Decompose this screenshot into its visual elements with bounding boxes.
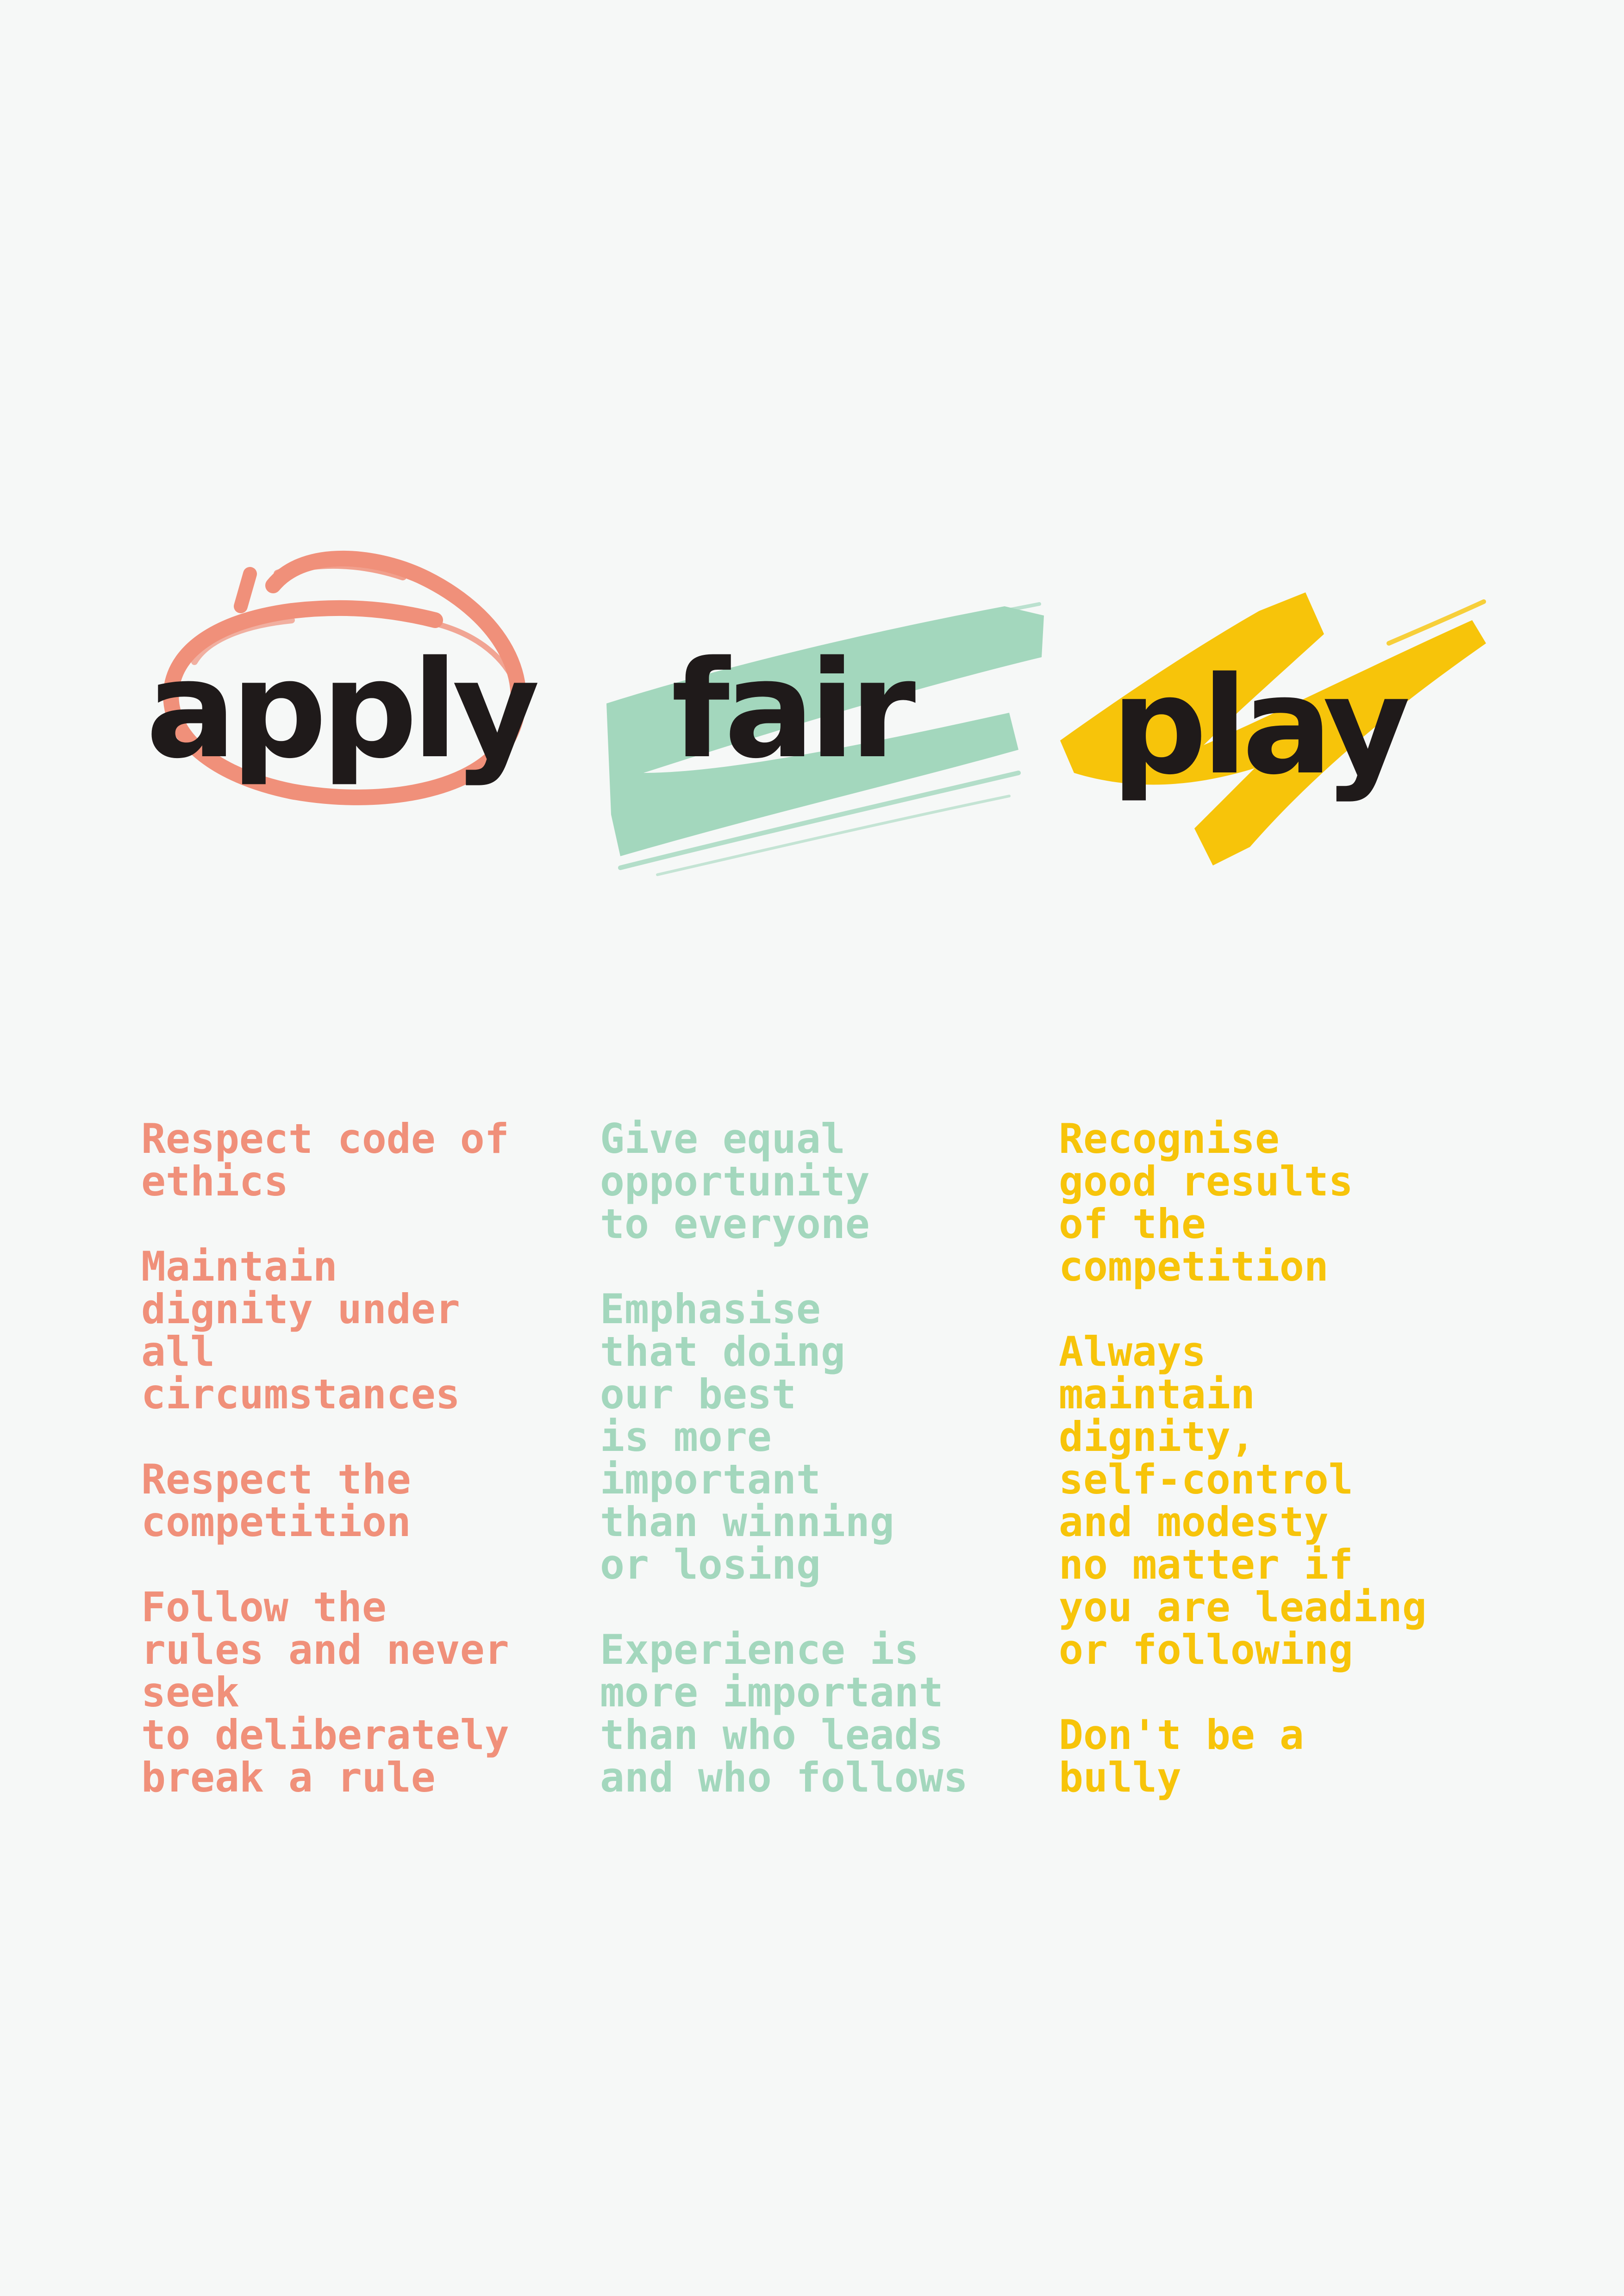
list-item: Always maintain dignity, self-control an… <box>1059 1328 1427 1674</box>
title-word-fair: fair <box>671 632 916 788</box>
column-play: Recognise good results of the competitio… <box>1059 1118 1512 1799</box>
column-fair: Give equal opportunity to everyone Empha… <box>600 1118 1054 1799</box>
list-item: Respect code of ethics <box>141 1115 509 1205</box>
title-word-play: play <box>1111 648 1411 804</box>
title-word-apply-block: apply <box>139 541 579 865</box>
poster: apply fair play Respect code of ethics M… <box>0 0 1624 2296</box>
title-word-fair-block: fair <box>602 597 1046 884</box>
title-word-play-block: play <box>1056 588 1486 884</box>
list-item: Follow the rules and never seek to delib… <box>141 1583 509 1801</box>
list-item: Maintain dignity under all circumstances <box>141 1243 460 1418</box>
list-item: Emphasise that doing our best is more im… <box>600 1285 894 1588</box>
list-item: Respect the competition <box>141 1456 411 1546</box>
list-item: Recognise good results of the competitio… <box>1059 1115 1353 1290</box>
list-item: Don't be a bully <box>1059 1711 1304 1801</box>
title-word-apply: apply <box>146 632 540 788</box>
column-apply: Respect code of ethics Maintain dignity … <box>141 1118 595 1799</box>
list-item: Experience is more important than who le… <box>600 1626 968 1801</box>
list-item: Give equal opportunity to everyone <box>600 1115 870 1248</box>
